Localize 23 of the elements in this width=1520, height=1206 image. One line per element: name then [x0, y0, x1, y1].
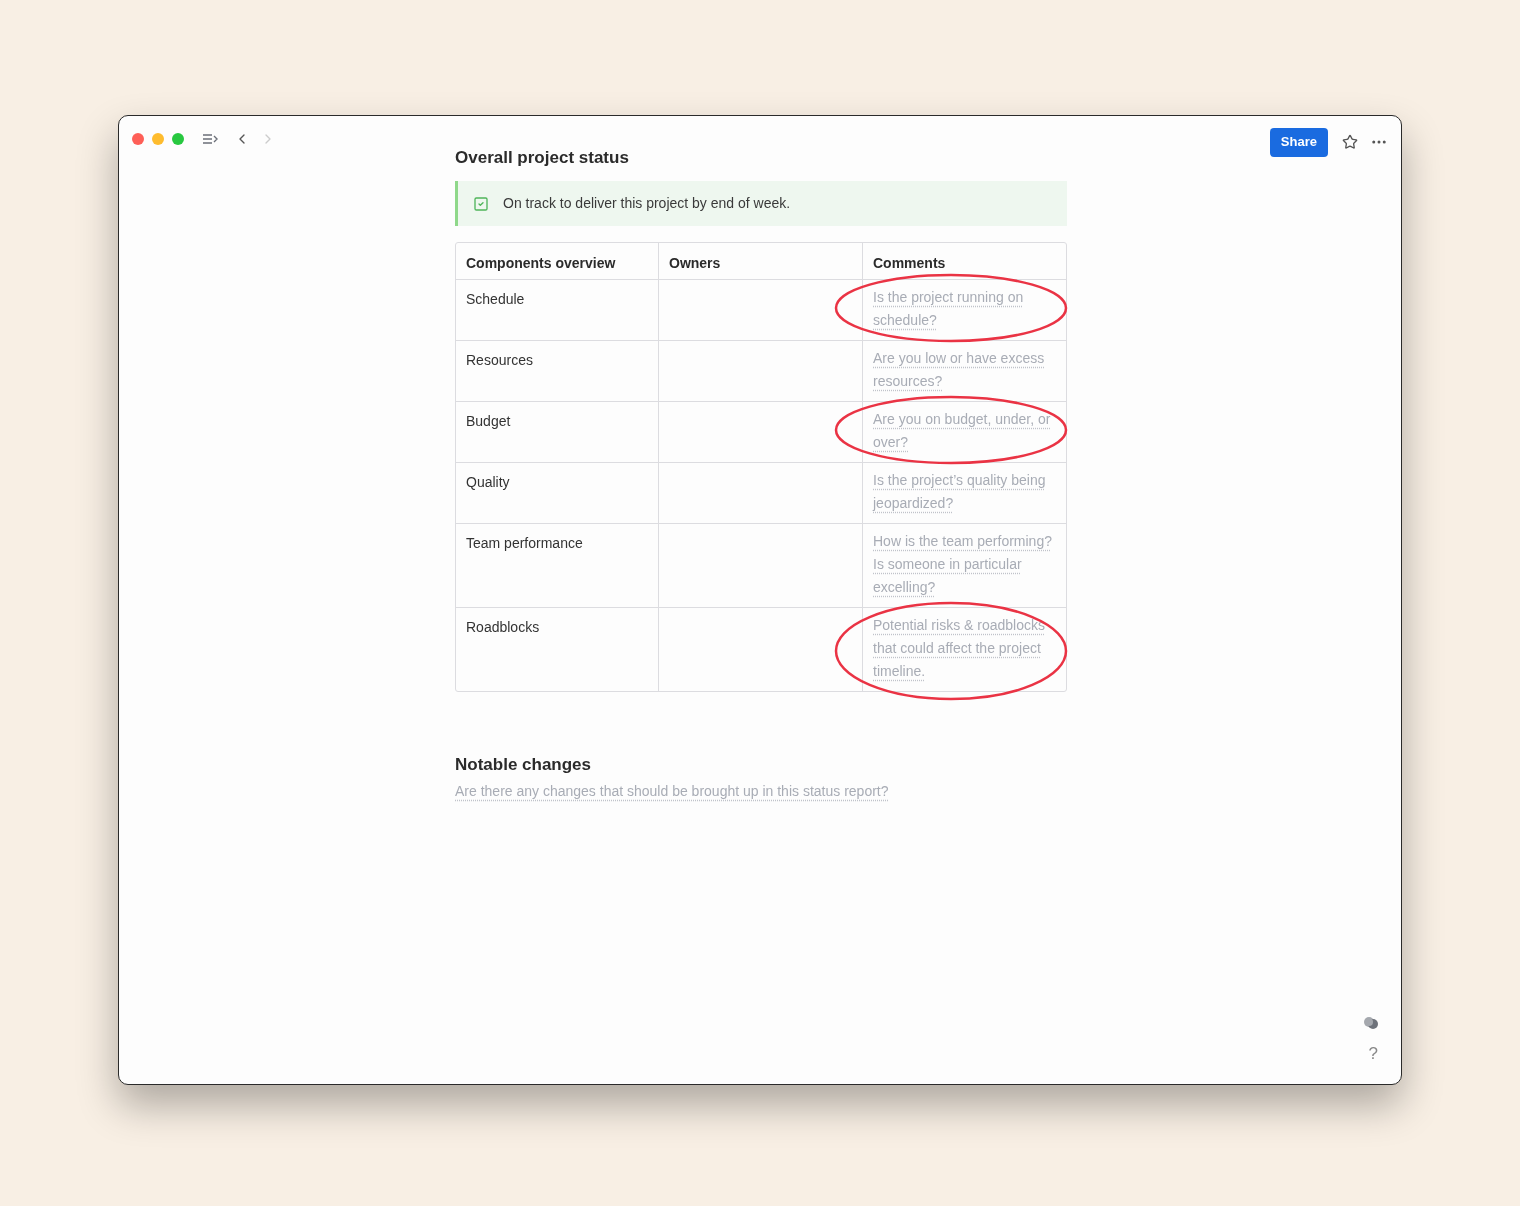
close-window-button[interactable] [132, 133, 144, 145]
table-cell: Budget [456, 402, 659, 463]
table-cell: Quality [456, 463, 659, 524]
table-cell: Team performance [456, 524, 659, 608]
table-cell: Roadblocks [456, 608, 659, 691]
checkbox-icon[interactable] [473, 195, 489, 212]
toggle-icon[interactable] [1363, 1016, 1379, 1030]
column-header: Comments [863, 243, 1066, 280]
callout-text: On track to deliver this project by end of week. [503, 194, 791, 213]
star-icon[interactable] [1342, 134, 1358, 150]
comment-placeholder[interactable]: Is the project’s quality being jeopardized? [873, 469, 1056, 515]
table-cell: Schedule [456, 280, 659, 341]
comment-placeholder[interactable]: Are you low or have excess resources? [873, 347, 1056, 393]
column-header: Components overview [456, 243, 659, 280]
section-title: Notable changes [455, 754, 593, 776]
comment-placeholder[interactable]: How is the team performing? Is someone in particular excelling? [873, 530, 1056, 599]
section-title: Overall project status [455, 147, 630, 169]
column-header: Owners [659, 243, 863, 280]
table-cell: Resources [456, 341, 659, 402]
help-button[interactable]: ? [1368, 1040, 1378, 1066]
sidebar-toggle-icon[interactable] [202, 133, 218, 145]
share-button[interactable]: Share [1269, 127, 1328, 157]
section-placeholder[interactable]: Are there any changes that should be brought up in this status report? [455, 781, 1067, 802]
